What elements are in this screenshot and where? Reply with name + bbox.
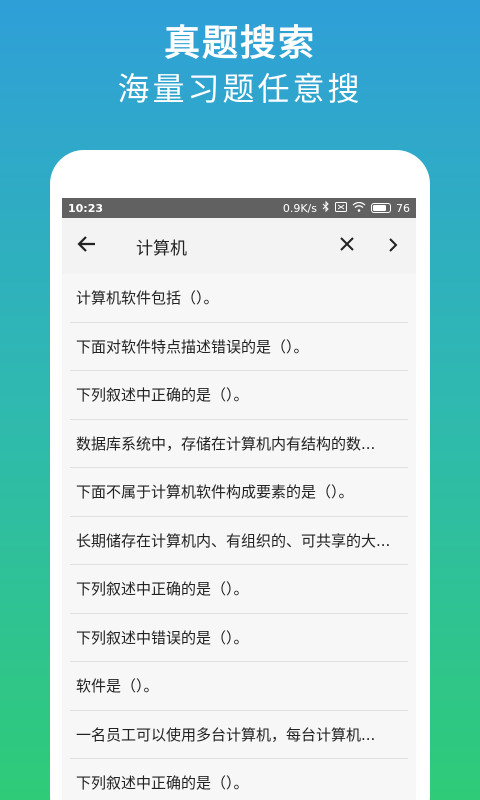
list-item[interactable]: 下列叙述中正确的是（）。: [70, 371, 408, 420]
search-toolbar: 计算机: [62, 218, 416, 274]
promo-subtitle: 海量习题任意搜: [117, 70, 363, 108]
app-screen: 10:23 0.9K/s 76 计算机 计算机软件包括（）。 下面对软件特点描述…: [62, 198, 416, 800]
chevron-right-icon: [388, 237, 398, 256]
promo-title: 真题搜索: [163, 23, 316, 64]
result-list: 计算机软件包括（）。 下面对软件特点描述错误的是（）。 下列叙述中正确的是（）。…: [62, 274, 416, 800]
list-item[interactable]: 下面对软件特点描述错误的是（）。: [70, 323, 408, 371]
list-item[interactable]: 数据库系统中，存储在计算机内有结构的数...: [70, 420, 408, 468]
result-text: 下列叙述中错误的是（）。: [76, 628, 249, 647]
list-item[interactable]: 长期储存在计算机内、有组织的、可共享的大...: [70, 517, 408, 565]
status-time: 10:23: [68, 201, 104, 215]
result-text: 长期储存在计算机内、有组织的、可共享的大...: [76, 531, 391, 550]
list-item[interactable]: 软件是（）。: [70, 662, 408, 711]
bluetooth-icon: [322, 200, 330, 215]
wifi-icon: [352, 201, 366, 215]
list-item[interactable]: 下列叙述中错误的是（）。: [70, 614, 408, 662]
result-text: 下面不属于计算机软件构成要素的是（）。: [76, 483, 354, 502]
result-text: 软件是（）。: [76, 677, 159, 696]
result-text: 下列叙述中正确的是（）。: [76, 386, 249, 405]
arrow-left-icon: [77, 234, 97, 258]
search-input[interactable]: 计算机: [112, 234, 324, 259]
battery-level: 76: [396, 201, 410, 215]
battery-icon: [371, 203, 391, 213]
result-text: 数据库系统中，存储在计算机内有结构的数...: [76, 434, 376, 453]
result-text: 一名员工可以使用多台计算机，每台计算机...: [76, 725, 376, 744]
status-indicators: 0.9K/s 76: [282, 200, 410, 215]
result-text: 下面对软件特点描述错误的是（）。: [76, 337, 309, 356]
list-item[interactable]: 下面不属于计算机软件构成要素的是（）。: [70, 468, 408, 517]
sim-off-icon: [335, 201, 347, 215]
result-text: 下列叙述中正确的是（）。: [76, 774, 249, 793]
close-icon: [339, 236, 355, 256]
status-bar: 10:23 0.9K/s 76: [62, 198, 416, 218]
result-text: 计算机软件包括（）。: [76, 289, 219, 308]
list-item[interactable]: 下列叙述中正确的是（）。: [70, 565, 408, 614]
next-button[interactable]: [370, 218, 416, 274]
network-speed: 0.9K/s: [282, 201, 317, 215]
list-item[interactable]: 一名员工可以使用多台计算机，每台计算机...: [70, 711, 408, 759]
clear-button[interactable]: [324, 218, 370, 274]
list-item[interactable]: 下列叙述中正确的是（）。: [70, 759, 408, 800]
back-button[interactable]: [62, 218, 112, 274]
list-item[interactable]: 计算机软件包括（）。: [70, 274, 408, 323]
result-text: 下列叙述中正确的是（）。: [76, 580, 249, 599]
